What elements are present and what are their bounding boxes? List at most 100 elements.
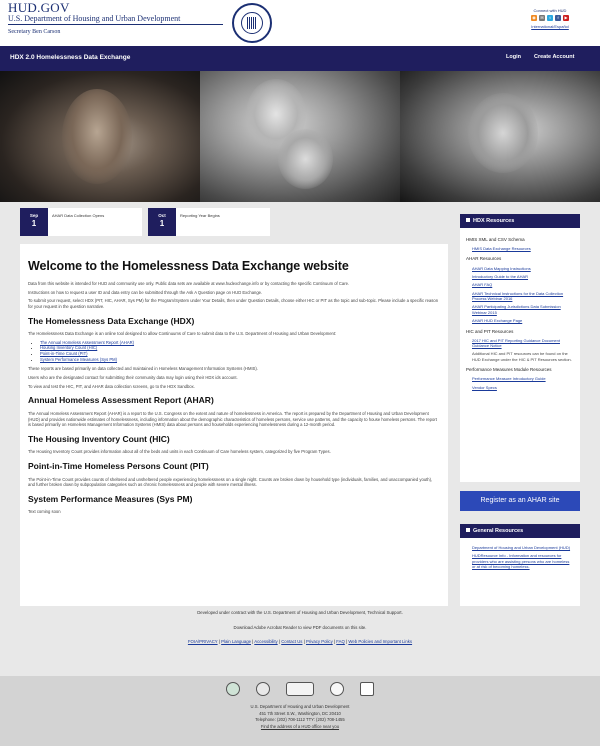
hdx-resources-panel: HDX Resources HMIS XML and CSV Schema HM… xyxy=(460,214,580,482)
create-account-link[interactable]: Create Account xyxy=(534,54,574,61)
international-link[interactable]: International/Español xyxy=(510,24,590,29)
email-icon[interactable]: ✉ xyxy=(539,15,545,22)
main-content: Welcome to the Homelessness Data Exchang… xyxy=(20,244,448,606)
footer-link[interactable]: Privacy Policy xyxy=(306,639,333,644)
pit-heading: Point-in-Time Homeless Persons Count (PI… xyxy=(28,461,209,472)
syspm-heading: System Performance Measures (Sys PM) xyxy=(28,493,193,504)
address-line: U.S. Department of Housing and Urban Dev… xyxy=(250,704,350,709)
event-text: AHAR Data Collection Opens xyxy=(52,213,105,218)
hdx-note: These reports are based primarily on dat… xyxy=(28,366,258,372)
ahar-heading: Annual Homeless Assessment Report (AHAR) xyxy=(28,395,214,406)
footer-contract-note: Developed under contract with the U.S. D… xyxy=(197,610,403,615)
department-name: U.S. Department of Housing and Urban Dev… xyxy=(8,14,181,23)
footer-logos xyxy=(0,682,600,696)
resource-link[interactable]: Introductory Guide to the AHAR xyxy=(472,274,574,279)
footer-link[interactable]: Web Policies and Important Links xyxy=(348,639,412,644)
hud-seal-icon xyxy=(232,3,272,43)
hdx-note: To view and test the HIC, PIT, and AHAR … xyxy=(28,383,195,389)
secretary-name: Secretary Ben Carson xyxy=(8,29,61,35)
footer-link[interactable]: FOIA/PRIVACY xyxy=(188,639,218,644)
whitehouse-icon[interactable] xyxy=(256,682,270,696)
event-day: 1 xyxy=(31,219,37,229)
hdx-link[interactable]: The Annual Homeless Assessment Report (A… xyxy=(40,340,134,345)
top-navbar: HDX 2.0 Homelessness Data Exchange Login… xyxy=(0,46,600,71)
hdx-link[interactable]: Housing Inventory Count (HIC) xyxy=(40,345,97,350)
hic-heading: The Housing Inventory Count (HIC) xyxy=(28,433,170,444)
event-card[interactable]: Oct 1 Reporting Year Begins xyxy=(148,208,270,236)
site-title[interactable]: HDX 2.0 Homelessness Data Exchange xyxy=(10,54,130,63)
social-label: Connect with HUD xyxy=(533,8,567,13)
footer-link[interactable]: FAQ xyxy=(336,639,345,644)
panel-title: HDX Resources xyxy=(473,218,515,224)
list-item[interactable]: System Performance Measures (Sys PM) xyxy=(40,357,440,363)
hero-banner xyxy=(0,71,600,202)
event-text: Reporting Year Begins xyxy=(180,213,220,218)
resource-group-title: Performance Measures Module Resources xyxy=(466,367,552,373)
register-ahar-button[interactable]: Register as an AHAR site xyxy=(460,491,580,511)
address-line: 451 7th Street S.W., Washington, DC 2041… xyxy=(259,710,341,716)
general-link[interactable]: Department of Housing and Urban Developm… xyxy=(472,545,574,550)
event-day: 1 xyxy=(159,219,165,229)
facebook-icon[interactable]: f xyxy=(555,15,561,22)
login-link[interactable]: Login xyxy=(506,54,521,61)
event-date: Sep 1 xyxy=(20,208,48,236)
hero-photo-man xyxy=(0,71,200,202)
hdx-list: The Annual Homeless Assessment Report (A… xyxy=(40,340,440,363)
resource-link[interactable]: AHAR FAQ xyxy=(472,282,574,287)
panel-header: General Resources xyxy=(460,524,580,538)
hero-photo-mother-child xyxy=(200,71,400,202)
resource-link[interactable]: 2017 HIC and PIT Reporting Guidance Docu… xyxy=(472,338,574,349)
resource-link[interactable]: HMIS Data Exchange Resources xyxy=(472,246,574,251)
usa-gov-icon[interactable] xyxy=(286,682,314,696)
hud-brand[interactable]: HUD.GOV U.S. Department of Housing and U… xyxy=(8,0,181,23)
hdx-link[interactable]: System Performance Measures (Sys PM) xyxy=(40,357,117,362)
address-line: Telephone: (202) 708-1112 TTY: (202) 708… xyxy=(255,717,345,723)
social-links: Connect with HUD ◉ ✉ t f ▶ International… xyxy=(510,8,590,30)
header-rule xyxy=(8,24,223,25)
footer-link[interactable]: Contact Us xyxy=(281,639,302,644)
resource-link[interactable]: AHAR Data Mapping Instructions xyxy=(472,266,574,271)
syspm-text: Text coming soon xyxy=(28,509,61,515)
event-card[interactable]: Sep 1 AHAR Data Collection Opens xyxy=(20,208,142,236)
resource-link[interactable]: Performance Measure Introductory Guide xyxy=(472,376,574,381)
site-header: HUD.GOV U.S. Department of Housing and U… xyxy=(0,0,600,46)
resource-group-title: AHAR Resources xyxy=(466,256,502,262)
panel-header: HDX Resources xyxy=(460,214,580,228)
event-date: Oct 1 xyxy=(148,208,176,236)
office-finder-link[interactable]: Find the address of a HUD office near yo… xyxy=(0,724,600,730)
events-strip: Sep 1 AHAR Data Collection Opens Oct 1 R… xyxy=(20,208,448,236)
footer-links: FOIA/PRIVACY | Plain Language | Accessib… xyxy=(187,638,413,644)
footer-link[interactable]: Accessibility xyxy=(254,639,277,644)
hic-text: The Housing Inventory Count provides inf… xyxy=(28,449,331,455)
hud-seal-icon[interactable] xyxy=(226,682,240,696)
resource-link[interactable]: Vendor Specs xyxy=(472,385,574,390)
resource-link[interactable]: AHAR HUD Exchange Page xyxy=(472,318,574,323)
youtube-icon[interactable]: ▶ xyxy=(563,15,569,22)
hdx-note: Users who are the designated contact for… xyxy=(28,375,238,381)
footer-address: U.S. Department of Housing and Urban Dev… xyxy=(0,676,600,746)
page-title: Welcome to the Homelessness Data Exchang… xyxy=(28,259,349,273)
resource-link[interactable]: AHAR Participating Jurisdictions Data Su… xyxy=(472,304,574,315)
intro-paragraph: Instructions on how to request a user ID… xyxy=(28,289,263,295)
resource-link[interactable]: AHAR Technical Instructions for the Data… xyxy=(472,291,574,302)
ahar-text: The Annual Homeless Assessment Report (A… xyxy=(28,410,437,428)
equal-housing-icon[interactable] xyxy=(360,682,374,696)
hdx-link[interactable]: Point-in-Time Count (PIT) xyxy=(40,351,88,356)
square-icon xyxy=(466,528,470,532)
hero-photo-elder xyxy=(400,71,600,202)
footer-notes: Developed under contract with the U.S. D… xyxy=(0,606,600,676)
general-link[interactable]: HUDResource Info - Information and resou… xyxy=(472,553,574,569)
intro-paragraph: To submit your request, select HDX (PIT,… xyxy=(28,298,439,309)
footer-link[interactable]: Plain Language xyxy=(221,639,251,644)
accessibility-icon[interactable] xyxy=(330,682,344,696)
square-icon xyxy=(466,218,470,222)
agency-name: HUD.GOV xyxy=(8,0,70,15)
general-resources-panel: General Resources Department of Housing … xyxy=(460,524,580,606)
hdx-heading: The Homelessness Data Exchange (HDX) xyxy=(28,315,195,326)
rss-icon[interactable]: ◉ xyxy=(531,15,537,22)
secretary-block: Secretary Ben Carson xyxy=(8,26,60,37)
hdx-text: The Homelessness Data Exchange is an onl… xyxy=(28,331,337,337)
footer-acrobat-note: Download Adobe Acrobat Reader to view PD… xyxy=(233,624,367,630)
intro-paragraph: Data from this website is intended for H… xyxy=(28,280,350,286)
twitter-icon[interactable]: t xyxy=(547,15,553,22)
